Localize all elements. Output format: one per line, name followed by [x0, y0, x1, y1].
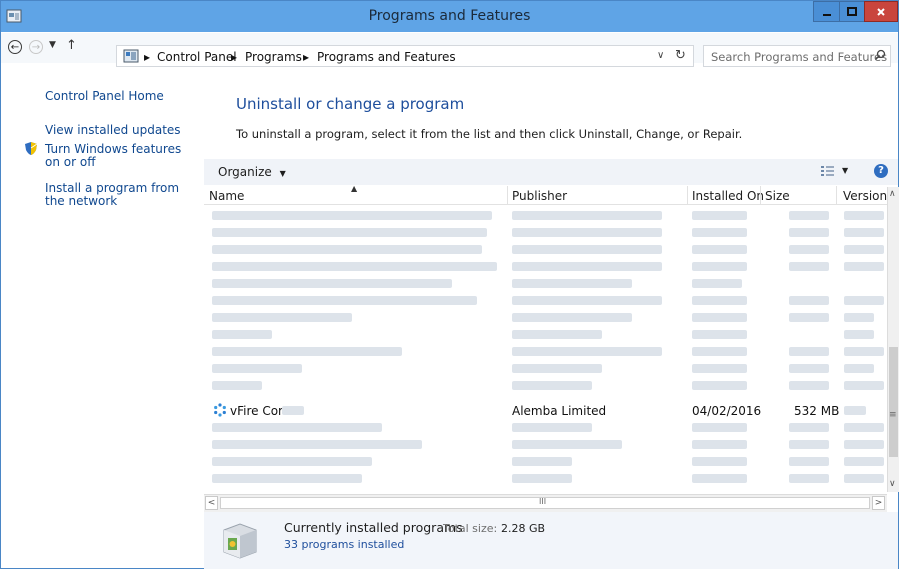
scroll-right-icon[interactable]: > [872, 496, 885, 510]
shield-icon [24, 141, 38, 159]
column-header-publisher[interactable]: Publisher [512, 189, 567, 203]
column-header-row: Name ▲ Publisher Installed On Size Versi… [204, 184, 898, 205]
minimize-icon [822, 13, 831, 16]
instructions-text: To uninstall a program, select it from t… [236, 127, 743, 141]
details-pane: Currently installed programs Total size:… [204, 512, 898, 569]
address-dropdown-icon[interactable]: ∨ [657, 50, 664, 61]
breadcrumb-separator: ▸ [231, 50, 238, 64]
installer-box-icon [218, 516, 262, 563]
organize-dropdown-icon: ▼ [279, 169, 286, 178]
page-title: Uninstall or change a program [236, 95, 465, 113]
programs-count: 33 programs installed [284, 538, 405, 551]
breadcrumb-separator: ▸ [144, 50, 151, 64]
close-button[interactable] [864, 1, 898, 22]
vertical-scrollbar[interactable]: ∧ ≡ ∨ [887, 187, 899, 492]
details-title: Currently installed programs [284, 520, 463, 535]
horizontal-scrollbar[interactable]: < III > [204, 494, 887, 512]
program-installed-on: 04/02/2016 [692, 404, 762, 418]
address-bar[interactable]: ▸ Control Panel ▸ Programs ▸ Programs an… [116, 45, 694, 67]
column-divider[interactable] [760, 186, 761, 204]
view-installed-updates-link[interactable]: View installed updates [45, 124, 181, 137]
column-header-name[interactable]: Name [209, 189, 244, 203]
total-size-value: 2.28 GB [501, 522, 546, 535]
redacted-text [282, 406, 304, 415]
up-icon[interactable]: ↑ [66, 38, 77, 53]
breadcrumb-separator: ▸ [303, 50, 310, 64]
redacted-text [844, 406, 866, 415]
column-divider[interactable] [836, 186, 837, 204]
maximize-icon [847, 6, 857, 16]
column-header-version[interactable]: Version [843, 189, 887, 203]
total-size-label: Total size: [443, 522, 498, 535]
organize-label: Organize [218, 165, 272, 179]
column-divider[interactable] [687, 186, 688, 204]
organize-button[interactable]: Organize ▼ [218, 165, 286, 179]
search-icon[interactable] [874, 49, 886, 64]
search-input[interactable]: Search Programs and Features [703, 45, 891, 67]
back-icon[interactable]: ← [8, 40, 22, 54]
search-placeholder: Search Programs and Features [711, 50, 888, 64]
sort-ascending-icon: ▲ [351, 184, 358, 193]
maximize-button[interactable] [839, 1, 865, 22]
control-panel-home-link[interactable]: Control Panel Home [45, 90, 164, 103]
scroll-up-icon[interactable]: ∧ [889, 189, 896, 199]
scroll-down-icon[interactable]: ∨ [889, 479, 896, 489]
breadcrumb-control-panel[interactable]: Control Panel [157, 50, 237, 64]
view-icon[interactable] [821, 165, 835, 180]
column-header-size[interactable]: Size [765, 189, 790, 203]
grip-icon: ≡ [889, 410, 897, 420]
vfire-icon [213, 403, 227, 420]
title-bar[interactable]: Programs and Features [1, 1, 898, 32]
programs-and-features-window: Programs and Features ← → ▼ ↑ ▸ Control … [0, 0, 899, 569]
column-header-installed-on[interactable]: Installed On [692, 189, 764, 203]
hscroll-thumb[interactable]: III [220, 497, 870, 509]
window-title: Programs and Features [368, 8, 531, 24]
breadcrumb-programs-and-features[interactable]: Programs and Features [317, 50, 456, 64]
minimize-button[interactable] [813, 1, 840, 22]
column-divider[interactable] [507, 186, 508, 204]
forward-icon[interactable]: → [29, 40, 43, 54]
breadcrumb-programs[interactable]: Programs [245, 50, 302, 64]
close-icon [877, 7, 885, 16]
table-row[interactable]: vFire Core Alemba Limited 04/02/2016 532… [204, 402, 887, 419]
turn-windows-features-link[interactable]: Turn Windows features on or off [45, 143, 195, 169]
command-bar: Organize ▼ ▼ ? [204, 159, 898, 185]
install-from-network-link[interactable]: Install a program from the network [45, 182, 195, 208]
program-size: 532 MB [794, 404, 840, 418]
grip-icon: III [539, 497, 547, 506]
view-dropdown-icon[interactable]: ▼ [842, 166, 848, 175]
control-panel-icon [123, 48, 139, 67]
recent-pages-icon[interactable]: ▼ [49, 40, 56, 50]
scrollbar-thumb[interactable] [889, 347, 898, 457]
program-list[interactable]: vFire Core Alemba Limited 04/02/2016 532… [204, 205, 887, 492]
program-publisher: Alemba Limited [512, 404, 607, 418]
help-icon[interactable]: ? [874, 164, 888, 178]
scroll-left-icon[interactable]: < [205, 496, 218, 510]
refresh-icon[interactable]: ↻ [675, 48, 686, 63]
